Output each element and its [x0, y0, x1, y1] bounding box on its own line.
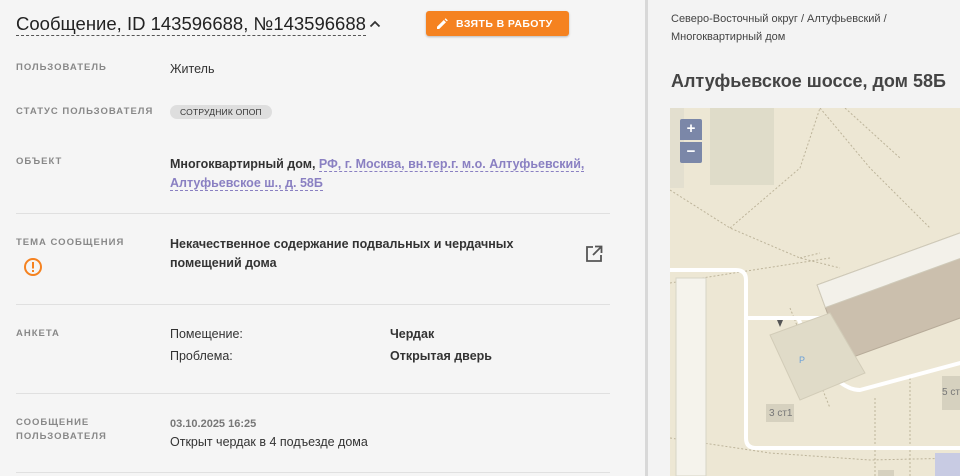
chevron-up-icon[interactable] — [367, 16, 383, 32]
topic-value: Некачественное содержание подвальных и ч… — [170, 237, 514, 270]
divider — [16, 472, 610, 473]
zoom-in-button[interactable]: + — [680, 119, 702, 140]
map[interactable]: P 3 ст1 5 ст + − — [670, 108, 960, 476]
survey-key-room: Помещение: — [170, 327, 243, 341]
take-to-work-label: ВЗЯТЬ В РАБОТУ — [456, 17, 553, 30]
user-message-label-line2: ПОЛЬЗОВАТЕЛЯ — [16, 431, 107, 442]
divider — [16, 304, 610, 305]
pencil-icon — [437, 17, 448, 29]
open-external-icon[interactable] — [584, 244, 604, 264]
user-status-label: СТАТУС ПОЛЬЗОВАТЕЛЯ — [16, 106, 154, 117]
take-to-work-button[interactable]: ВЗЯТЬ В РАБОТУ — [426, 11, 569, 36]
parking-label: P — [799, 355, 805, 365]
location-panel: Северо-Восточный округ / Алтуфьевский / … — [648, 0, 960, 476]
map-canvas[interactable]: P 3 ст1 5 ст — [670, 108, 960, 476]
object-label: ОБЪЕКТ — [16, 156, 63, 167]
divider — [16, 213, 610, 214]
object-type: Многоквартирный дом, — [170, 157, 319, 171]
map-building-left — [675, 277, 707, 476]
survey-value-room: Чердак — [390, 327, 435, 341]
message-date: 03.10.2025 16:25 — [170, 418, 257, 430]
user-value: Житель — [170, 62, 215, 76]
page-title[interactable]: Сообщение, ID 143596688, №143596688 — [16, 13, 366, 36]
divider — [16, 393, 610, 394]
survey-value-problem: Открытая дверь — [390, 349, 492, 363]
survey-label: АНКЕТА — [16, 328, 60, 339]
breadcrumb: Северо-Восточный округ / Алтуфьевский / … — [671, 13, 887, 43]
message-panel: Сообщение, ID 143596688, №143596688 ВЗЯТ… — [0, 0, 645, 476]
building-label-5st: 5 ст — [942, 387, 960, 398]
object-value: Многоквартирный дом, РФ, г. Москва, вн.т… — [170, 155, 590, 193]
map-zoom-controls: + − — [680, 119, 702, 163]
status-badge: СОТРУДНИК ОПОП — [170, 105, 272, 119]
building-label-3st1: 3 ст1 — [769, 408, 793, 419]
zoom-out-button[interactable]: − — [680, 142, 702, 163]
map-park-area — [710, 108, 774, 185]
user-message-label-line1: СООБЩЕНИЕ — [16, 417, 90, 428]
user-label: ПОЛЬЗОВАТЕЛЬ — [16, 62, 107, 73]
topic-label: ТЕМА СООБЩЕНИЯ — [16, 237, 125, 248]
address-title: Алтуфьевское шоссе, дом 58Б — [671, 71, 946, 91]
warning-icon — [24, 258, 42, 276]
message-text: Открыт чердак в 4 подъезде дома — [170, 435, 368, 449]
survey-key-problem: Проблема: — [170, 349, 233, 363]
